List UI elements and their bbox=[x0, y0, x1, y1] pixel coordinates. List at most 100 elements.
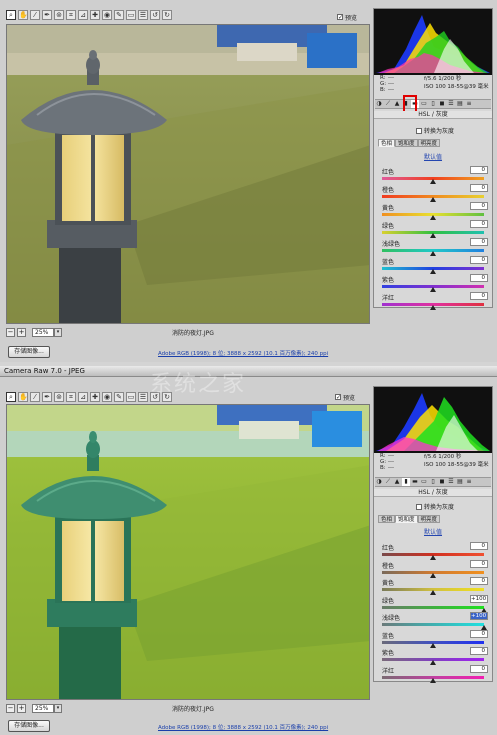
preview-toggle[interactable]: ✓ 预览 bbox=[335, 392, 355, 402]
preview-toggle[interactable]: ✓ 预览 bbox=[337, 12, 357, 22]
slider-thumb[interactable] bbox=[430, 269, 436, 274]
slider-value-input[interactable]: 0 bbox=[470, 629, 488, 638]
zoom-in-button[interactable]: + bbox=[17, 327, 26, 337]
slider-thumb[interactable] bbox=[430, 305, 436, 310]
image-preview[interactable] bbox=[6, 24, 370, 324]
tab-saturation[interactable]: 饱和度 bbox=[395, 139, 418, 147]
camera-calibration-tab-icon[interactable]: ◼ bbox=[438, 100, 446, 108]
targeted-adjust-icon[interactable]: ⊚ bbox=[54, 392, 64, 402]
hand-tool-icon[interactable]: ✋ bbox=[18, 10, 28, 20]
slider-value-input[interactable]: 0 bbox=[470, 274, 488, 282]
color-sampler-icon[interactable]: ✒ bbox=[42, 392, 52, 402]
presets-tab-icon[interactable]: ☰ bbox=[447, 100, 455, 108]
slider-value-input[interactable]: 0 bbox=[470, 166, 488, 174]
lens-tab-icon[interactable]: ▭ bbox=[420, 100, 428, 108]
spot-removal-icon[interactable]: ✚ bbox=[90, 10, 100, 20]
split-toning-tab-icon[interactable]: ▬ bbox=[411, 478, 419, 486]
default-link[interactable]: 默认值 bbox=[424, 527, 442, 536]
slider-thumb[interactable] bbox=[430, 179, 436, 184]
targeted-adjust-icon[interactable]: ⊚ bbox=[54, 10, 64, 20]
camera-calibration-tab-icon[interactable]: ◼ bbox=[438, 478, 446, 486]
preview-checkbox[interactable]: ✓ bbox=[337, 14, 343, 21]
adjust-brush-icon[interactable]: ✎ bbox=[114, 392, 124, 402]
workflow-options-link[interactable]: Adobe RGB (1998); 8 位; 3888 x 2592 (10.1… bbox=[158, 723, 328, 731]
default-link[interactable]: 默认值 bbox=[424, 152, 442, 161]
zoom-tool-icon[interactable]: ⌕ bbox=[6, 10, 16, 20]
slider-thumb[interactable] bbox=[430, 660, 436, 665]
slider-value-input[interactable]: 0 bbox=[470, 664, 488, 673]
slider-track[interactable] bbox=[382, 605, 484, 609]
tone-curve-tab-icon[interactable]: ⟋ bbox=[384, 100, 392, 108]
panel-menu-icon[interactable]: ≡ bbox=[465, 478, 473, 486]
slider-value-input[interactable]: +100 bbox=[470, 612, 488, 620]
rotate-right-icon[interactable]: ↻ bbox=[162, 10, 172, 20]
hand-tool-icon[interactable]: ✋ bbox=[18, 392, 28, 402]
white-balance-icon[interactable]: ⁄ bbox=[30, 392, 40, 402]
tab-saturation[interactable]: 饱和度 bbox=[395, 515, 418, 523]
color-sampler-icon[interactable]: ✒ bbox=[42, 10, 52, 20]
grayscale-checkbox[interactable] bbox=[416, 127, 422, 134]
slider-value-input[interactable]: +100 bbox=[470, 594, 488, 603]
zoom-in-button[interactable]: + bbox=[17, 703, 26, 713]
zoom-dropdown-icon[interactable]: ▾ bbox=[54, 703, 62, 713]
slider-thumb[interactable] bbox=[430, 642, 436, 648]
tab-luminance[interactable]: 明亮度 bbox=[417, 515, 441, 523]
straighten-icon[interactable]: ⊿ bbox=[78, 10, 88, 20]
hsl-tab-icon[interactable]: ▮ bbox=[402, 478, 410, 486]
tab-hue[interactable]: 色相 bbox=[378, 139, 396, 147]
zoom-dropdown-icon[interactable]: ▾ bbox=[54, 327, 62, 337]
graduated-filter-icon[interactable]: ▭ bbox=[126, 392, 136, 402]
save-image-button[interactable]: 存储图像... bbox=[8, 720, 50, 732]
tab-luminance[interactable]: 明亮度 bbox=[417, 139, 441, 147]
slider-value-input[interactable]: 0 bbox=[470, 577, 488, 585]
white-balance-icon[interactable]: ⁄ bbox=[30, 10, 40, 20]
workflow-options-link[interactable]: Adobe RGB (1998); 8 位; 3888 x 2592 (10.1… bbox=[158, 349, 328, 357]
slider-value-input[interactable]: 0 bbox=[470, 238, 488, 246]
slider-value-input[interactable]: 0 bbox=[470, 647, 488, 655]
spot-removal-icon[interactable]: ✚ bbox=[90, 392, 100, 402]
preview-checkbox[interactable]: ✓ bbox=[335, 394, 341, 401]
tab-hue[interactable]: 色相 bbox=[378, 515, 396, 523]
preferences-icon[interactable]: ☰ bbox=[138, 392, 148, 402]
effects-tab-icon[interactable]: ▯ bbox=[429, 100, 437, 108]
zoom-out-button[interactable]: − bbox=[6, 327, 15, 337]
crop-icon[interactable]: ⌗ bbox=[66, 392, 76, 402]
red-eye-icon[interactable]: ◉ bbox=[102, 392, 112, 402]
slider-value-input[interactable]: 0 bbox=[470, 220, 488, 228]
zoom-tool-icon[interactable]: ⌕ bbox=[6, 392, 16, 402]
slider-value-input[interactable]: 0 bbox=[470, 292, 488, 300]
effects-tab-icon[interactable]: ▯ bbox=[429, 478, 437, 486]
save-image-button[interactable]: 存储图像... bbox=[8, 346, 50, 358]
slider-thumb[interactable] bbox=[430, 572, 436, 578]
tone-curve-tab-icon[interactable]: ⟋ bbox=[384, 478, 392, 486]
zoom-level[interactable]: 25% bbox=[32, 703, 54, 713]
panel-menu-icon[interactable]: ≡ bbox=[465, 100, 473, 108]
slider-thumb[interactable] bbox=[430, 251, 436, 256]
slider-thumb[interactable] bbox=[430, 287, 436, 292]
grayscale-toggle[interactable]: 转换为灰度 bbox=[416, 502, 454, 511]
basic-tab-icon[interactable]: ◑ bbox=[375, 100, 383, 108]
zoom-level[interactable]: 25% bbox=[32, 327, 54, 337]
slider-thumb[interactable] bbox=[430, 197, 436, 202]
graduated-filter-icon[interactable]: ▭ bbox=[126, 10, 136, 20]
rotate-left-icon[interactable]: ↺ bbox=[150, 10, 160, 20]
straighten-icon[interactable]: ⊿ bbox=[78, 392, 88, 402]
image-preview[interactable] bbox=[6, 404, 370, 700]
slider-track[interactable] bbox=[382, 623, 484, 626]
snapshots-tab-icon[interactable]: ▤ bbox=[456, 100, 464, 108]
detail-tab-icon[interactable]: ▲ bbox=[393, 100, 401, 108]
detail-tab-icon[interactable]: ▲ bbox=[393, 478, 401, 486]
lens-tab-icon[interactable]: ▭ bbox=[420, 478, 428, 486]
slider-thumb[interactable] bbox=[430, 233, 436, 238]
preferences-icon[interactable]: ☰ bbox=[138, 10, 148, 20]
basic-tab-icon[interactable]: ◑ bbox=[375, 478, 383, 486]
slider-value-input[interactable]: 0 bbox=[470, 202, 488, 210]
crop-icon[interactable]: ⌗ bbox=[66, 10, 76, 20]
slider-thumb[interactable] bbox=[430, 677, 436, 683]
presets-tab-icon[interactable]: ☰ bbox=[447, 478, 455, 486]
slider-thumb[interactable] bbox=[430, 590, 436, 595]
snapshots-tab-icon[interactable]: ▤ bbox=[456, 478, 464, 486]
red-eye-icon[interactable]: ◉ bbox=[102, 10, 112, 20]
slider-value-input[interactable]: 0 bbox=[470, 184, 488, 192]
grayscale-toggle[interactable]: 转换为灰度 bbox=[416, 126, 454, 135]
